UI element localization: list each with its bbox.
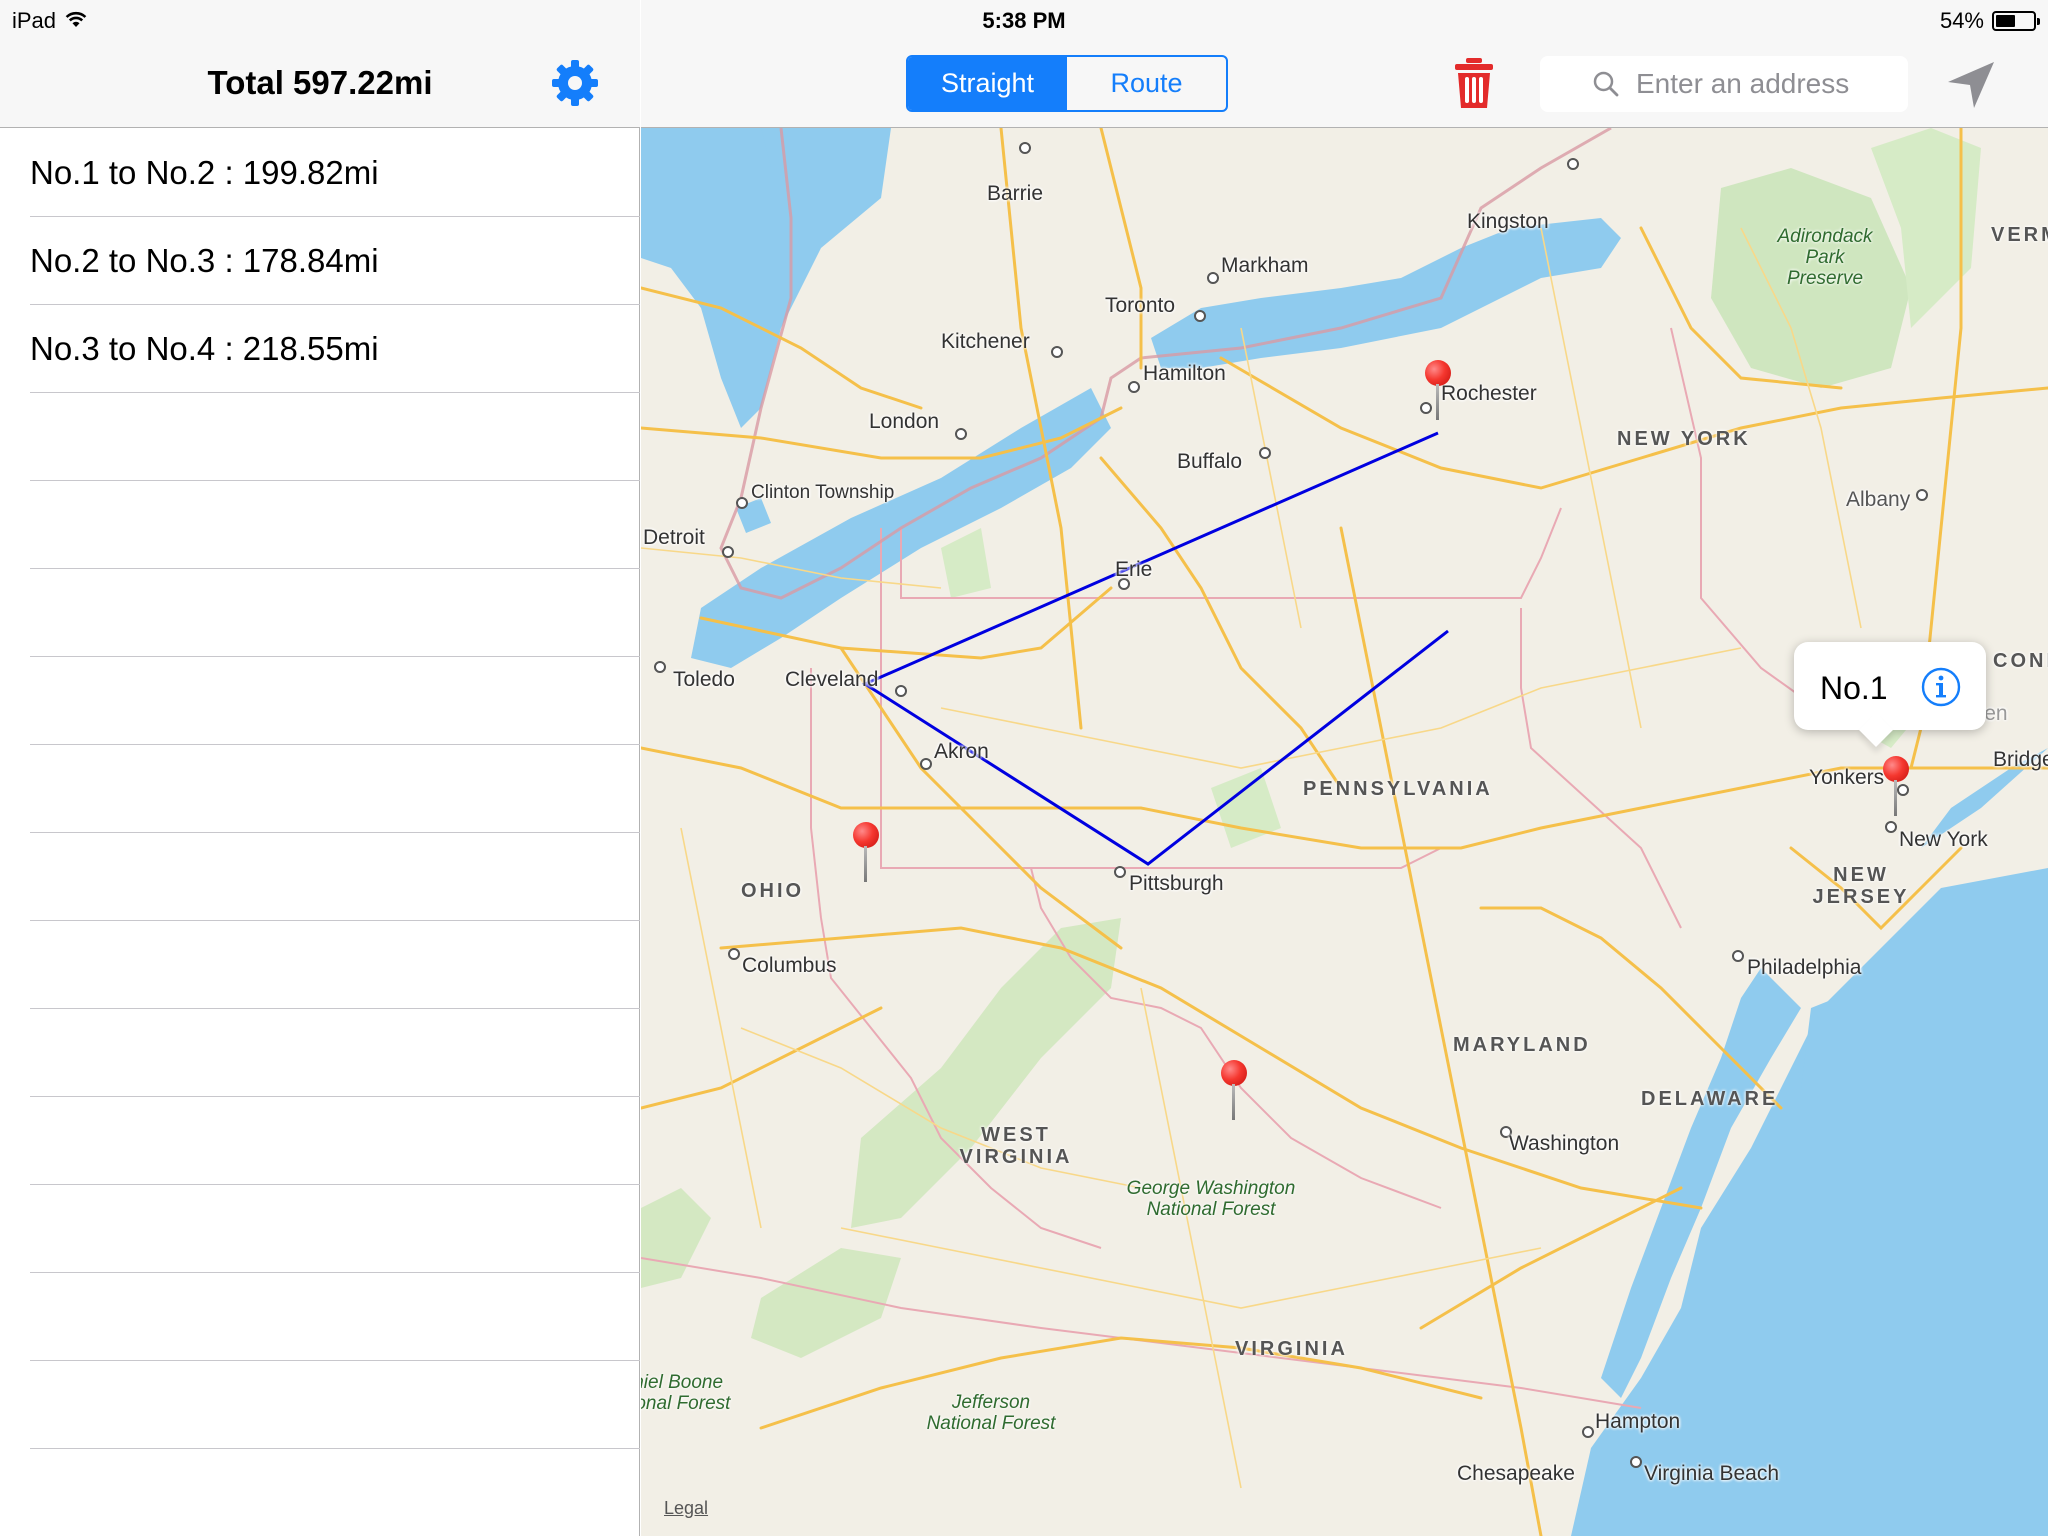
city-label: Columbus <box>742 954 837 977</box>
city-label: Kitchener <box>941 330 1030 353</box>
info-button[interactable] <box>1920 666 1962 708</box>
battery-icon <box>1992 11 2040 31</box>
battery-percent: 54% <box>1939 8 1984 33</box>
city-label: Toledo <box>673 668 735 691</box>
segment-label: No.3 to No.4 : 218.55mi <box>30 330 379 367</box>
location-arrow-icon <box>1948 62 1994 108</box>
city-label: Pittsburgh <box>1129 872 1224 895</box>
map-pin[interactable] <box>1881 756 1911 826</box>
city-label: New York <box>1899 828 1988 851</box>
segment-straight[interactable]: Straight <box>908 57 1067 110</box>
boone-forest-area <box>641 1188 711 1288</box>
pin-callout[interactable]: No.1 <box>1794 642 1986 730</box>
city-label: Detroit <box>643 526 705 549</box>
city-label: London <box>869 410 940 433</box>
list-item[interactable]: No.2 to No.3 : 178.84mi <box>0 217 640 305</box>
segment-route[interactable]: Route <box>1067 57 1226 110</box>
city-label: Cleveland <box>785 668 879 691</box>
city-label: Philadelphia <box>1747 956 1862 979</box>
map-view[interactable]: Barrie Kingston Markham Toronto Kitchene… <box>641 128 2048 1536</box>
map-pin[interactable] <box>851 822 881 892</box>
park-label: George Washington National Forest <box>1126 1178 1296 1220</box>
list-item[interactable] <box>0 481 640 569</box>
segment-label: No.2 to No.3 : 178.84mi <box>30 242 379 279</box>
settings-button[interactable] <box>548 56 602 110</box>
address-search-input[interactable] <box>1636 68 1916 100</box>
list-item[interactable] <box>0 921 640 1009</box>
info-icon <box>1921 667 1961 707</box>
city-label: Hampton <box>1595 1410 1681 1433</box>
list-item[interactable]: No.1 to No.2 : 199.82mi <box>0 129 640 217</box>
city-label: Kingston <box>1467 210 1549 233</box>
city-label: Yonkers <box>1809 766 1885 789</box>
park-label: Adirondack Park Preserve <box>1777 226 1873 289</box>
city-label: Albany <box>1846 488 1911 511</box>
state-label: VIRGINIA <box>1235 1338 1348 1360</box>
mode-segmented-control: Straight Route <box>906 55 1228 112</box>
total-distance-title: Total 597.22mi <box>207 64 433 101</box>
state-label: CONN <box>1993 650 2048 672</box>
state-label: OHIO <box>741 880 805 902</box>
list-item[interactable] <box>0 1449 640 1536</box>
status-right: 54% <box>1939 8 2040 34</box>
delete-button[interactable] <box>1452 56 1496 110</box>
legal-link[interactable]: Legal <box>664 1498 708 1519</box>
list-item[interactable] <box>0 1097 640 1185</box>
state-label: NEW YORK <box>1617 428 1751 450</box>
gear-icon <box>552 60 598 106</box>
list-item[interactable] <box>0 1009 640 1097</box>
city-label: Toronto <box>1105 294 1176 317</box>
distance-sidebar: Total 597.22mi No.1 to No.2 : 199.82mi N… <box>0 0 640 1536</box>
city-label: Buffalo <box>1177 450 1242 473</box>
state-label: VERMONT <box>1991 224 2048 246</box>
map-pin[interactable] <box>1423 360 1453 430</box>
list-item[interactable] <box>0 745 640 833</box>
list-item[interactable] <box>0 393 640 481</box>
city-label: Rochester <box>1441 382 1537 405</box>
lake-ontario <box>1151 218 1621 368</box>
state-label: DELAWARE <box>1641 1088 1779 1110</box>
list-item[interactable] <box>0 657 640 745</box>
search-icon <box>1593 71 1619 97</box>
state-label: PENNSYLVANIA <box>1303 778 1493 800</box>
trash-icon <box>1455 58 1493 108</box>
city-label: Erie <box>1115 558 1153 581</box>
city-label: Washington <box>1509 1132 1620 1155</box>
current-location-button[interactable] <box>1944 58 1998 112</box>
park-label: Jefferson National Forest <box>926 1392 1056 1434</box>
city-label: Akron <box>934 740 989 763</box>
city-label: Bridgeport <box>1993 748 2048 771</box>
segment-list: No.1 to No.2 : 199.82mi No.2 to No.3 : 1… <box>0 129 640 1536</box>
list-item[interactable] <box>0 1185 640 1273</box>
status-time: 5:38 PM <box>982 8 1066 33</box>
state-label: WEST VIRGINIA <box>959 1124 1073 1168</box>
gw-forest-area <box>851 918 1121 1228</box>
city-label: Clinton Township <box>751 482 895 503</box>
segment-label: No.1 to No.2 : 199.82mi <box>30 154 379 191</box>
list-item[interactable]: No.3 to No.4 : 218.55mi <box>0 305 640 393</box>
battery-level <box>1996 15 2015 27</box>
list-item[interactable] <box>0 833 640 921</box>
list-item[interactable] <box>0 1273 640 1361</box>
list-item[interactable] <box>0 569 640 657</box>
green-area <box>941 528 991 598</box>
map-pin[interactable] <box>1219 1060 1249 1130</box>
park-label: Daniel Boone National Forest <box>641 1372 731 1414</box>
city-label: Barrie <box>987 182 1044 205</box>
callout-title: No.1 <box>1820 670 1888 706</box>
city-label: Markham <box>1221 254 1309 277</box>
state-label: MARYLAND <box>1453 1034 1591 1056</box>
address-search-box <box>1540 56 1916 112</box>
state-label: NEW JERSEY <box>1812 864 1910 908</box>
status-bar: iPad 5:38 PM 54% <box>0 0 2048 40</box>
city-label: Chesapeake <box>1457 1462 1575 1485</box>
city-label: Hamilton <box>1143 362 1226 385</box>
list-item[interactable] <box>0 1361 640 1449</box>
city-label: Virginia Beach <box>1644 1462 1780 1485</box>
